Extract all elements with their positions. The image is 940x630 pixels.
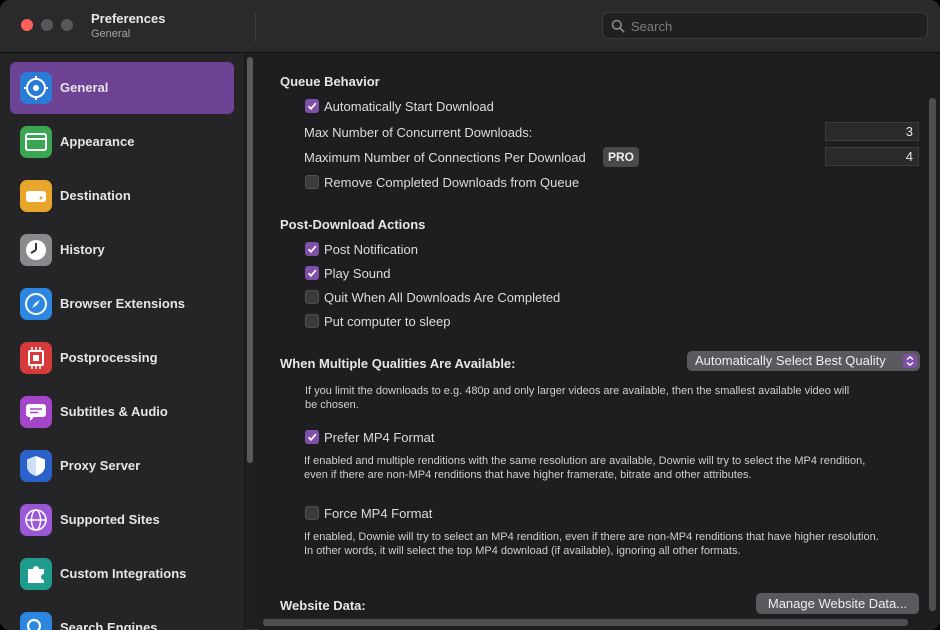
max-connections-field[interactable]: 4 bbox=[825, 147, 919, 166]
max-connections-label: Maximum Number of Connections Per Downlo… bbox=[304, 150, 586, 165]
sidebar: General Appearance Destination History B… bbox=[0, 53, 245, 630]
magnifier-icon bbox=[20, 612, 52, 630]
globe-icon bbox=[20, 504, 52, 536]
quality-help-line: be chosen. bbox=[305, 399, 359, 411]
title-divider bbox=[255, 13, 256, 42]
quality-help-text: If you limit the downloads to e.g. 480p … bbox=[305, 384, 925, 412]
sidebar-item-label: General bbox=[60, 80, 109, 95]
quit-when-done-checkbox[interactable] bbox=[305, 290, 319, 304]
sidebar-item-postprocessing[interactable]: Postprocessing bbox=[10, 332, 234, 384]
sidebar-item-appearance[interactable]: Appearance bbox=[10, 116, 234, 168]
sidebar-item-label: History bbox=[60, 242, 105, 257]
window-icon bbox=[20, 126, 52, 158]
search-icon bbox=[611, 19, 625, 33]
minimize-window-button[interactable] bbox=[41, 19, 53, 31]
search-field[interactable] bbox=[602, 12, 928, 39]
sidebar-item-history[interactable]: History bbox=[10, 224, 234, 276]
play-sound-label: Play Sound bbox=[324, 266, 391, 281]
manage-website-data-button[interactable]: Manage Website Data... bbox=[756, 593, 919, 614]
prefer-mp4-help-text: If enabled and multiple renditions with … bbox=[304, 454, 924, 482]
post-download-heading: Post-Download Actions bbox=[280, 217, 426, 232]
website-data-heading: Website Data: bbox=[280, 598, 366, 613]
sleep-checkbox[interactable] bbox=[305, 314, 319, 328]
gear-icon bbox=[20, 72, 52, 104]
sidebar-item-destination[interactable]: Destination bbox=[10, 170, 234, 222]
force-mp4-help-text: If enabled, Downie will try to select an… bbox=[304, 530, 924, 558]
general-settings-pane: Queue Behavior Automatically Start Downl… bbox=[259, 53, 940, 630]
force-mp4-label: Force MP4 Format bbox=[324, 506, 433, 521]
quality-heading: When Multiple Qualities Are Available: bbox=[280, 356, 516, 371]
auto-start-label: Automatically Start Download bbox=[324, 99, 494, 114]
max-concurrent-field[interactable]: 3 bbox=[825, 122, 919, 141]
shield-icon bbox=[20, 450, 52, 482]
quality-help-line: If you limit the downloads to e.g. 480p … bbox=[305, 385, 850, 397]
sidebar-item-proxy-server[interactable]: Proxy Server bbox=[10, 440, 234, 492]
content-horizontal-scrollbar[interactable] bbox=[263, 619, 908, 626]
prefer-mp4-help-line: If enabled and multiple renditions with … bbox=[304, 455, 866, 467]
sidebar-item-label: Proxy Server bbox=[60, 458, 141, 473]
prefer-mp4-help-line: even if there are non-MP4 renditions tha… bbox=[304, 469, 752, 481]
drive-icon bbox=[20, 180, 52, 212]
puzzle-icon bbox=[20, 558, 52, 590]
content-vertical-scrollbar[interactable] bbox=[929, 98, 936, 611]
window-title: Preferences bbox=[91, 11, 166, 26]
quit-when-done-label: Quit When All Downloads Are Completed bbox=[324, 290, 561, 305]
chevron-updown-icon bbox=[903, 354, 917, 368]
sidebar-item-general[interactable]: General bbox=[10, 62, 234, 114]
sidebar-item-subtitles-audio[interactable]: Subtitles & Audio bbox=[10, 386, 234, 438]
preferences-window: Preferences General General Appearance D… bbox=[0, 0, 940, 630]
post-notification-checkbox[interactable] bbox=[305, 242, 319, 256]
checkmark-icon bbox=[307, 433, 317, 442]
search-input[interactable] bbox=[629, 16, 923, 37]
sidebar-item-label: Destination bbox=[60, 188, 131, 203]
sidebar-item-label: Custom Integrations bbox=[60, 566, 187, 581]
chip-icon bbox=[20, 342, 52, 374]
play-sound-checkbox[interactable] bbox=[305, 266, 319, 280]
post-notification-label: Post Notification bbox=[324, 242, 418, 257]
queue-behavior-heading: Queue Behavior bbox=[280, 74, 380, 89]
sidebar-item-label: Search Engines bbox=[60, 620, 158, 630]
zoom-window-button[interactable] bbox=[61, 19, 73, 31]
sidebar-item-label: Supported Sites bbox=[60, 512, 160, 527]
sidebar-item-supported-sites[interactable]: Supported Sites bbox=[10, 494, 234, 546]
sidebar-item-browser-extensions[interactable]: Browser Extensions bbox=[10, 278, 234, 330]
sidebar-scrollbar[interactable] bbox=[247, 57, 253, 463]
sleep-label: Put computer to sleep bbox=[324, 314, 451, 329]
auto-start-checkbox[interactable] bbox=[305, 99, 319, 113]
sidebar-item-search-engines[interactable]: Search Engines bbox=[10, 602, 234, 630]
remove-completed-checkbox[interactable] bbox=[305, 175, 319, 189]
sidebar-item-label: Postprocessing bbox=[60, 350, 158, 365]
sidebar-item-label: Appearance bbox=[60, 134, 135, 149]
compass-icon bbox=[20, 288, 52, 320]
close-window-button[interactable] bbox=[21, 19, 33, 31]
sidebar-item-label: Subtitles & Audio bbox=[60, 404, 168, 419]
pro-badge: PRO bbox=[603, 147, 640, 167]
window-subtitle: General bbox=[91, 28, 131, 40]
clock-icon bbox=[20, 234, 52, 266]
prefer-mp4-checkbox[interactable] bbox=[305, 430, 319, 444]
quality-select[interactable]: Automatically Select Best Quality bbox=[687, 351, 920, 371]
checkmark-icon bbox=[307, 245, 317, 254]
checkmark-icon bbox=[307, 102, 317, 111]
max-concurrent-label: Max Number of Concurrent Downloads: bbox=[304, 125, 533, 140]
checkmark-icon bbox=[307, 269, 317, 278]
force-mp4-help-line: In other words, it will select the top M… bbox=[304, 545, 741, 557]
quality-select-value: Automatically Select Best Quality bbox=[695, 353, 886, 368]
force-mp4-help-line: If enabled, Downie will try to select an… bbox=[304, 531, 879, 543]
prefer-mp4-label: Prefer MP4 Format bbox=[324, 430, 435, 445]
force-mp4-checkbox[interactable] bbox=[305, 506, 319, 520]
speech-bubble-icon bbox=[20, 396, 52, 428]
sidebar-item-custom-integrations[interactable]: Custom Integrations bbox=[10, 548, 234, 600]
remove-completed-label: Remove Completed Downloads from Queue bbox=[324, 175, 580, 190]
title-bar: Preferences General bbox=[0, 0, 940, 53]
sidebar-item-label: Browser Extensions bbox=[60, 296, 185, 311]
